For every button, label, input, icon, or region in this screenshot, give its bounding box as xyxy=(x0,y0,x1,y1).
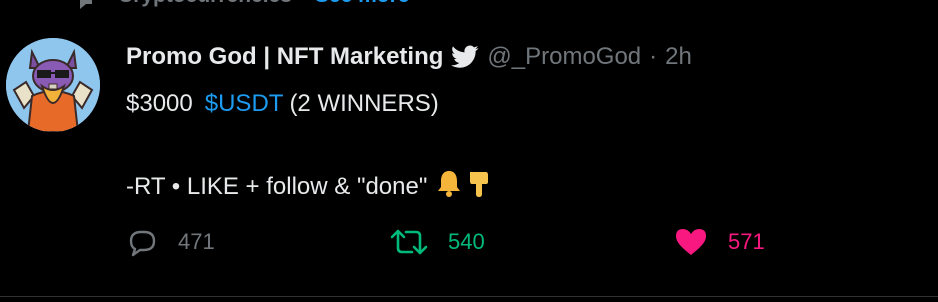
twitter-bird-icon xyxy=(451,45,479,68)
user-handle[interactable]: @_PromoGod xyxy=(487,43,641,71)
retweet-button[interactable]: 540 xyxy=(390,226,485,258)
tweet-text-line-1: $3000 $USDT (2 WINNERS) xyxy=(126,90,439,118)
tweet-text-line-2: -RT • LIKE + follow & "done" xyxy=(126,168,494,201)
like-count: 571 xyxy=(728,229,765,254)
display-name[interactable]: Promo God | NFT Marketing xyxy=(126,43,443,71)
tweet-timestamp[interactable]: 2h xyxy=(665,43,692,71)
amount-text: $3000 xyxy=(126,90,193,117)
cashtag-link[interactable]: $USDT xyxy=(205,90,284,117)
divider xyxy=(0,296,938,297)
winners-text: (2 WINNERS) xyxy=(289,90,439,117)
retweet-icon xyxy=(390,229,428,255)
pointing-down-icon xyxy=(470,172,489,197)
avatar[interactable] xyxy=(6,38,100,132)
topic-separator: · xyxy=(300,0,307,8)
reply-icon xyxy=(129,230,156,257)
avatar-image xyxy=(6,38,100,132)
instructions-text: -RT • LIKE + follow & "done" xyxy=(126,173,428,200)
like-button[interactable]: 571 xyxy=(674,226,765,258)
tweet-header: Promo God | NFT Marketing @_PromoGod · 2… xyxy=(126,43,692,71)
topic-label[interactable]: Cryptocurrencies xyxy=(118,0,292,8)
see-more-link[interactable]: See more xyxy=(315,0,410,8)
bell-icon xyxy=(438,171,461,197)
header-separator: · xyxy=(649,43,658,70)
reply-button[interactable]: 471 xyxy=(126,226,215,258)
heart-icon xyxy=(676,229,706,255)
retweet-count: 540 xyxy=(448,229,485,254)
reply-count: 471 xyxy=(178,229,215,254)
topic-context: Cryptocurrencies · See more xyxy=(70,0,409,8)
